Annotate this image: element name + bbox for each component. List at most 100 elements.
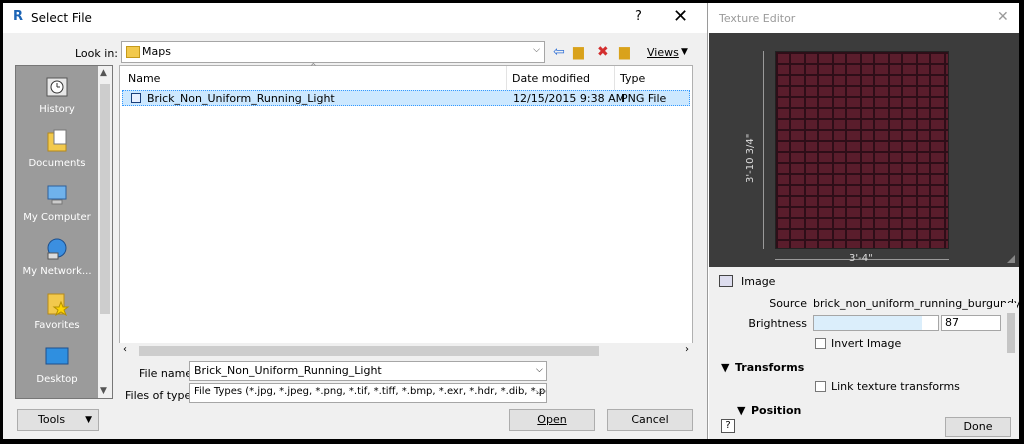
- place-documents[interactable]: Documents: [16, 128, 98, 169]
- column-header-type[interactable]: Type: [620, 72, 645, 85]
- link-texture-transforms-label: Link texture transforms: [831, 380, 960, 393]
- file-name-value: Brick_Non_Uniform_Running_Light: [194, 364, 382, 377]
- texture-editor-close-button[interactable]: ✕: [997, 9, 1009, 25]
- source-label: Source: [769, 297, 807, 310]
- height-dimension: 3'-10 3/4": [745, 133, 756, 183]
- help-button[interactable]: ?: [635, 9, 642, 24]
- place-label: Favorites: [34, 320, 80, 331]
- file-name-label: File name:: [139, 367, 196, 380]
- texture-editor-title: Texture Editor: [719, 12, 796, 25]
- invert-image-label: Invert Image: [831, 337, 902, 350]
- documents-icon: [47, 129, 67, 152]
- place-label: Desktop: [36, 374, 78, 385]
- files-of-type-value: File Types (*.jpg, *.jpeg, *.png, *.tif,…: [194, 386, 547, 397]
- files-of-type-dropdown[interactable]: File Types (*.jpg, *.jpeg, *.png, *.tif,…: [189, 383, 547, 403]
- link-texture-transforms-checkbox[interactable]: [815, 381, 826, 392]
- image-section-title: Image: [741, 275, 776, 288]
- scroll-left-icon[interactable]: ‹: [123, 344, 127, 355]
- revit-app-icon: R: [13, 9, 24, 24]
- column-divider[interactable]: [506, 66, 507, 90]
- texture-editor-scrollbar[interactable]: [1005, 303, 1017, 411]
- place-history[interactable]: History: [16, 74, 98, 115]
- places-scrollbar[interactable]: ▲ ▼: [98, 66, 112, 398]
- history-icon: [46, 77, 68, 97]
- places-bar: History Documents My Computer My Network…: [15, 65, 113, 399]
- transforms-toggle-icon[interactable]: ▼: [721, 361, 729, 374]
- place-label: Documents: [28, 158, 86, 169]
- place-label: My Computer: [23, 212, 91, 223]
- back-arrow-icon[interactable]: ⇦: [553, 43, 565, 61]
- cancel-label: Cancel: [631, 413, 669, 426]
- close-button[interactable]: ✕: [673, 6, 688, 27]
- file-list-hscrollbar[interactable]: ‹ ›: [119, 343, 693, 359]
- look-in-dropdown[interactable]: Maps ⌵: [121, 41, 545, 63]
- column-header-name[interactable]: Name: [128, 72, 160, 85]
- done-button[interactable]: Done: [945, 417, 1011, 437]
- tools-button[interactable]: Tools ▼: [17, 409, 99, 431]
- place-favorites[interactable]: Favorites: [16, 290, 98, 331]
- brightness-label: Brightness: [748, 317, 807, 330]
- views-menu-button[interactable]: Views: [647, 46, 679, 59]
- screenshot-frame: R Select File ? ✕ Look in: Maps ⌵ ⇦ ▆ ✖ …: [3, 3, 1019, 439]
- chevron-down-icon[interactable]: ⌵: [536, 365, 543, 375]
- place-label: History: [39, 104, 75, 115]
- scroll-down-icon[interactable]: ▼: [100, 386, 107, 396]
- favorites-icon: [47, 293, 70, 316]
- column-divider[interactable]: [614, 66, 615, 90]
- delete-icon[interactable]: ✖: [597, 43, 609, 61]
- look-in-value: Maps: [142, 45, 171, 58]
- brightness-value: 87: [945, 316, 959, 329]
- texture-editor-titlebar: Texture Editor ✕: [709, 3, 1019, 33]
- column-header-date[interactable]: Date modified: [512, 72, 590, 85]
- views-dropdown-icon[interactable]: ▼: [681, 47, 688, 57]
- dialog-title: Select File: [31, 11, 92, 25]
- files-of-type-label: Files of type:: [125, 389, 196, 402]
- cancel-button[interactable]: Cancel: [607, 409, 693, 431]
- hscroll-thumb[interactable]: [139, 346, 599, 356]
- file-list: Name ^ Date modified Type Brick_Non_Unif…: [119, 62, 693, 359]
- scroll-up-icon[interactable]: ▲: [100, 68, 107, 78]
- position-toggle-icon[interactable]: ▼: [737, 404, 745, 417]
- folder-icon: [126, 46, 140, 58]
- file-type: PNG File: [621, 92, 667, 105]
- place-my-network[interactable]: My Network...: [16, 236, 98, 277]
- file-name: Brick_Non_Uniform_Running_Light: [147, 92, 335, 105]
- transforms-header[interactable]: Transforms: [735, 361, 804, 374]
- views-label: Views: [647, 46, 679, 59]
- done-label: Done: [963, 420, 993, 433]
- file-row[interactable]: Brick_Non_Uniform_Running_Light 12/15/20…: [122, 90, 690, 106]
- brightness-input[interactable]: 87: [941, 315, 1001, 331]
- texture-preview: 3'-10 3/4" 3'-4": [709, 33, 1019, 267]
- file-name-input[interactable]: Brick_Non_Uniform_Running_Light: [189, 361, 547, 381]
- position-header[interactable]: Position: [751, 404, 801, 417]
- chevron-down-icon: ⌵: [533, 45, 540, 55]
- place-desktop[interactable]: Desktop: [16, 344, 98, 385]
- texture-editor-panel: Texture Editor ✕ 3'-10 3/4" 3'-4" Image …: [709, 3, 1019, 439]
- open-label: Open: [537, 413, 567, 426]
- place-my-computer[interactable]: My Computer: [16, 182, 98, 223]
- image-icon: [719, 275, 733, 287]
- help-icon[interactable]: ?: [721, 419, 735, 433]
- width-dimension: 3'-4": [849, 253, 873, 264]
- places-scroll-thumb[interactable]: [100, 84, 110, 314]
- dropdown-arrow-icon: ▼: [85, 415, 92, 425]
- place-label: My Network...: [22, 266, 92, 277]
- brick-texture-image: [775, 51, 949, 249]
- network-icon: [47, 238, 67, 260]
- dialog-titlebar: R Select File ? ✕: [3, 3, 707, 33]
- select-file-dialog: R Select File ? ✕ Look in: Maps ⌵ ⇦ ▆ ✖ …: [3, 3, 708, 439]
- open-button[interactable]: Open: [509, 409, 595, 431]
- new-folder-icon[interactable]: ▆: [619, 43, 630, 61]
- desktop-icon: [45, 347, 69, 365]
- texture-editor-scroll-thumb[interactable]: [1007, 313, 1015, 353]
- chevron-down-icon[interactable]: ⌵: [536, 387, 543, 397]
- height-dimension-line: [763, 51, 764, 249]
- up-folder-icon[interactable]: ▆: [573, 43, 584, 61]
- source-value[interactable]: brick_non_uniform_running_burgundy.p: [813, 297, 1019, 310]
- invert-image-checkbox[interactable]: [815, 338, 826, 349]
- tools-label: Tools: [38, 413, 66, 426]
- scroll-right-icon[interactable]: ›: [685, 344, 689, 355]
- resize-grip-icon[interactable]: [1007, 255, 1015, 263]
- computer-icon: [47, 185, 67, 205]
- brightness-slider[interactable]: [813, 315, 939, 331]
